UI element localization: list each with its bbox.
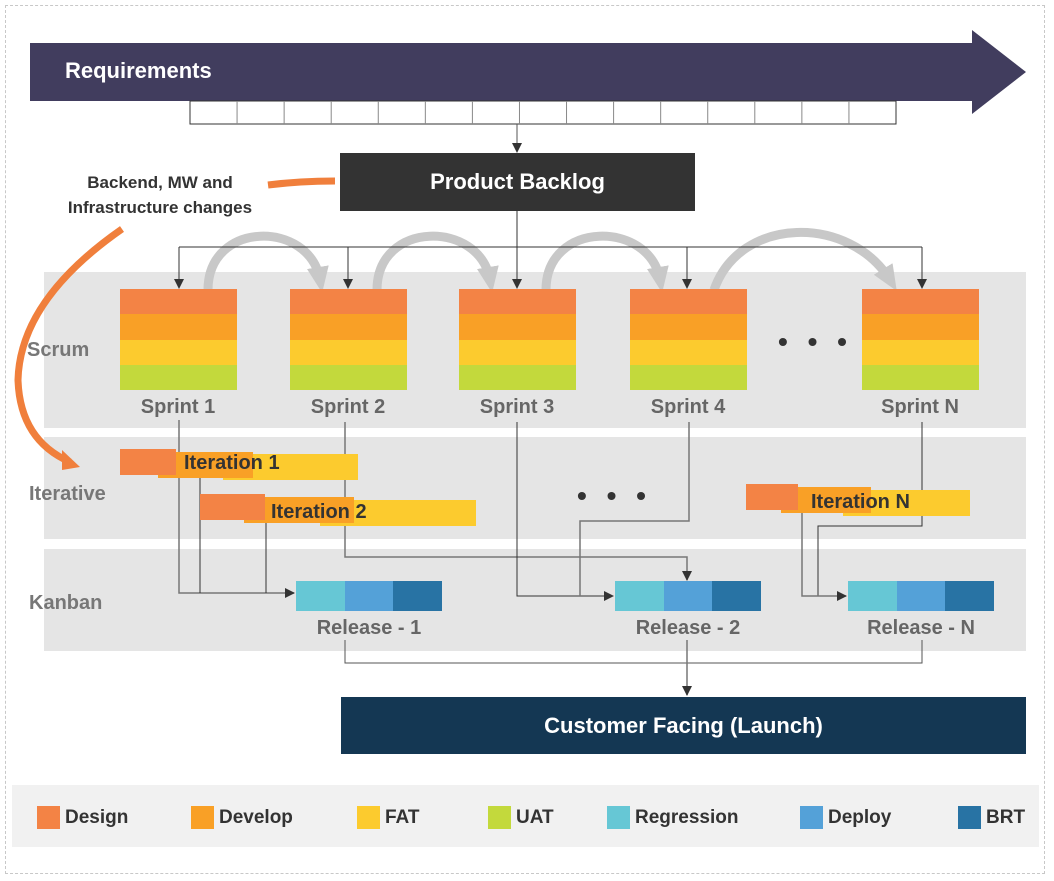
- iteration-1-design-bar: [120, 449, 176, 475]
- sprint-design-band: [290, 289, 407, 315]
- legend: Design Develop FAT UAT Regression Deploy BRT: [12, 785, 1039, 847]
- sprint-develop-band: [459, 314, 576, 340]
- sprint-label: Sprint 4: [650, 396, 726, 418]
- sprint-label: Sprint N: [881, 396, 959, 418]
- sprint-5-board: [862, 289, 979, 390]
- sprint-uat-band: [630, 364, 747, 390]
- note-line-1: Backend, MW and: [87, 173, 233, 192]
- legend-swatch: [191, 806, 214, 829]
- sprint-1-board: [120, 289, 237, 390]
- sprint-design-band: [862, 289, 979, 315]
- release-regression-segment: [848, 581, 897, 611]
- loop-arrow-2: [372, 231, 499, 293]
- product-backlog: Product Backlog: [340, 153, 695, 211]
- sprint-label: Sprint 2: [310, 396, 386, 418]
- release-deploy-segment: [663, 581, 713, 611]
- legend-item-fat: FAT: [357, 806, 419, 829]
- loop-arrow-4: [709, 227, 897, 292]
- release-label: Release - 1: [316, 617, 422, 639]
- sprint-develop-band: [630, 314, 747, 340]
- sprint-4-board: [630, 289, 747, 390]
- lane-label-iterative: Iterative: [29, 483, 106, 505]
- release-merge-line: [344, 640, 923, 664]
- iteration-ellipsis: • • •: [577, 480, 652, 511]
- sprint-design-band: [120, 289, 237, 315]
- requirements-label: Requirements: [65, 58, 212, 83]
- release-brt-segment: [393, 581, 443, 611]
- sprint-develop-band: [120, 314, 237, 340]
- release-deploy-segment: [344, 581, 394, 611]
- legend-label: Develop: [219, 806, 293, 828]
- legend-item-deploy: Deploy: [800, 806, 891, 829]
- legend-item-brt: BRT: [958, 806, 1025, 829]
- release-brt-segment: [945, 581, 995, 611]
- sprint-fat-band: [120, 339, 237, 365]
- sprint-label: Sprint 3: [479, 396, 555, 418]
- iteration-n-design-bar: [746, 484, 798, 510]
- legend-swatch: [488, 806, 511, 829]
- loop-arrow-3: [541, 231, 669, 293]
- sprint-uat-band: [862, 364, 979, 390]
- iteration-2-design-bar: [200, 494, 265, 520]
- release-regression-segment: [615, 581, 664, 611]
- lane-label-scrum: Scrum: [27, 339, 90, 361]
- iteration-2-label: Iteration 2: [271, 501, 367, 523]
- legend-swatch: [607, 806, 630, 829]
- legend-label: Design: [65, 806, 129, 828]
- iterationN-to-releaseN: [801, 513, 847, 601]
- sprint-develop-band: [862, 314, 979, 340]
- sprint-fat-band: [290, 339, 407, 365]
- sprint-uat-band: [120, 364, 237, 390]
- sprint-fat-band: [862, 339, 979, 365]
- legend-label: FAT: [385, 806, 420, 828]
- sprint-uat-band: [290, 364, 407, 390]
- legend-label: BRT: [986, 806, 1026, 828]
- release-deploy-segment: [896, 581, 946, 611]
- legend-item-design: Design: [37, 806, 128, 829]
- note-line-2: Infrastructure changes: [67, 198, 253, 217]
- legend-label: UAT: [516, 806, 554, 828]
- sprint-develop-band: [290, 314, 407, 340]
- release-1-bar: [296, 581, 443, 611]
- legend-label: Deploy: [828, 806, 892, 828]
- legend-swatch: [37, 806, 60, 829]
- customer-facing-launch: Customer Facing (Launch): [341, 697, 1026, 754]
- lane-label-kanban: Kanban: [29, 592, 103, 614]
- sprint-label: Sprint 1: [140, 396, 216, 418]
- legend-swatch: [800, 806, 823, 829]
- sprint-3-board: [459, 289, 576, 390]
- legend-swatch: [958, 806, 981, 829]
- release-brt-segment: [712, 581, 762, 611]
- release-3-bar: [848, 581, 995, 611]
- release-label: Release - 2: [635, 617, 741, 639]
- release-label: Release - N: [867, 617, 975, 639]
- infrastructure-note: Backend, MW and Infrastructure changes: [40, 170, 280, 220]
- requirements-slots: [189, 100, 897, 125]
- iteration-n-label: Iteration N: [811, 491, 910, 513]
- legend-swatch: [357, 806, 380, 829]
- sprint-2-board: [290, 289, 407, 390]
- legend-label: Regression: [635, 806, 739, 828]
- release-2-bar: [615, 581, 762, 611]
- legend-item-develop: Develop: [191, 806, 293, 829]
- sprint-fat-band: [630, 339, 747, 365]
- iteration-1-label: Iteration 1: [184, 452, 280, 474]
- note-arrow-head: [62, 450, 80, 470]
- legend-item-uat: UAT: [488, 806, 554, 829]
- loop-arrow-1: [203, 231, 329, 293]
- release-regression-segment: [296, 581, 345, 611]
- sprint-design-band: [459, 289, 576, 315]
- sprint-uat-band: [459, 364, 576, 390]
- sprint-design-band: [630, 289, 747, 315]
- sprint-ellipsis: • • •: [778, 326, 853, 357]
- legend-item-regression: Regression: [607, 806, 738, 829]
- sprint-fat-band: [459, 339, 576, 365]
